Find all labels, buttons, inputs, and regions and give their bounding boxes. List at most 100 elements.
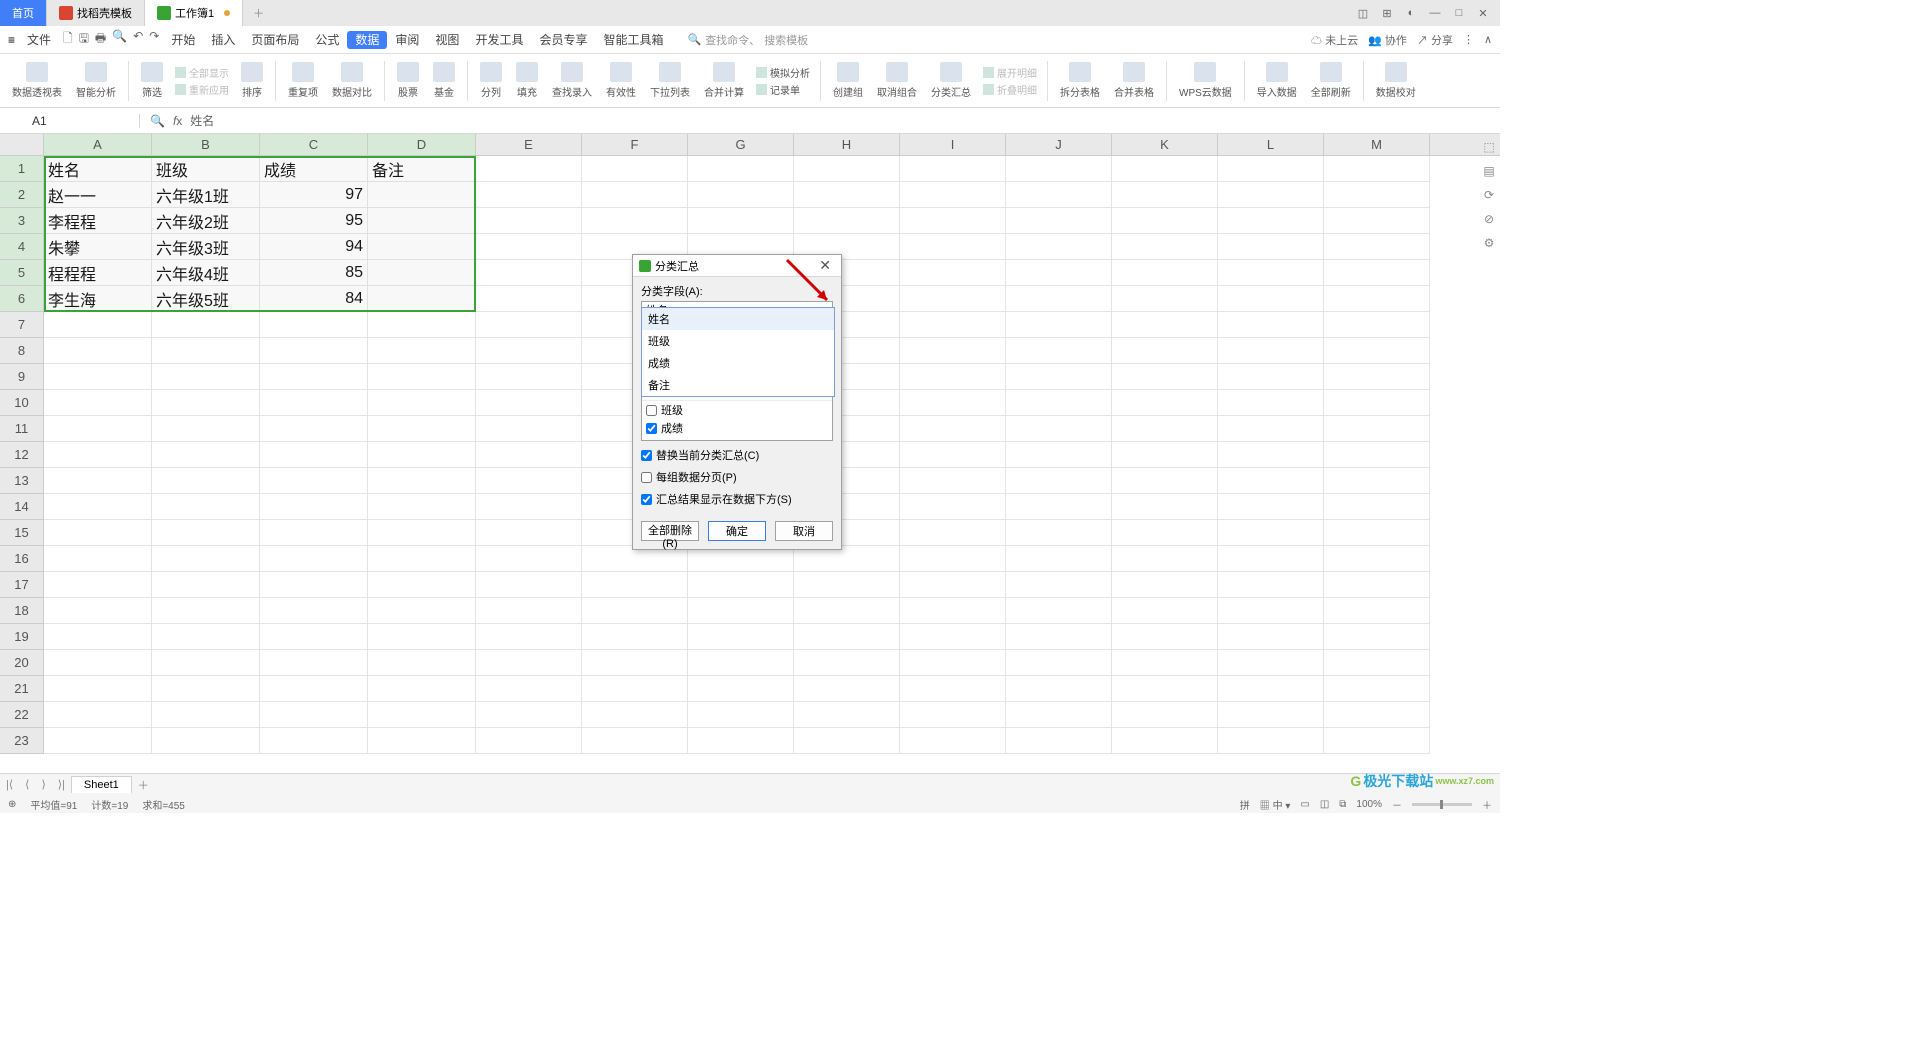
- list-item[interactable]: 成绩: [642, 419, 832, 437]
- qa-save-icon[interactable]: 🖫: [79, 29, 89, 50]
- cell[interactable]: [368, 624, 476, 650]
- list-item[interactable]: 班级: [642, 401, 832, 419]
- cell[interactable]: [368, 702, 476, 728]
- cell[interactable]: [582, 208, 688, 234]
- row-header[interactable]: 19: [0, 624, 44, 650]
- cell[interactable]: [476, 390, 582, 416]
- status-view-break-icon[interactable]: ⧉: [1339, 799, 1346, 810]
- cell[interactable]: [476, 260, 582, 286]
- cell[interactable]: 95: [260, 208, 368, 234]
- cell[interactable]: [1324, 156, 1430, 182]
- cell[interactable]: [900, 364, 1006, 390]
- cell[interactable]: [44, 494, 152, 520]
- cell[interactable]: [900, 494, 1006, 520]
- minimize-button[interactable]: —: [1428, 6, 1442, 20]
- cell[interactable]: [1112, 208, 1218, 234]
- side-settings-icon[interactable]: ⚙: [1484, 236, 1495, 250]
- cell[interactable]: [1006, 442, 1112, 468]
- row-header[interactable]: 7: [0, 312, 44, 338]
- cell[interactable]: [260, 468, 368, 494]
- cell[interactable]: [368, 442, 476, 468]
- cell[interactable]: [794, 598, 900, 624]
- cell[interactable]: [900, 598, 1006, 624]
- cell[interactable]: 成绩: [260, 156, 368, 182]
- cell[interactable]: [1112, 182, 1218, 208]
- tab-add[interactable]: ＋: [243, 0, 274, 26]
- cell[interactable]: [368, 208, 476, 234]
- cell[interactable]: [260, 728, 368, 754]
- cell[interactable]: 97: [260, 182, 368, 208]
- cell[interactable]: [582, 728, 688, 754]
- row-header[interactable]: 2: [0, 182, 44, 208]
- cell[interactable]: [260, 650, 368, 676]
- cell[interactable]: [1218, 390, 1324, 416]
- ribbon-group[interactable]: 创建组: [827, 60, 869, 101]
- cell[interactable]: [368, 546, 476, 572]
- cell[interactable]: [476, 416, 582, 442]
- cell[interactable]: [794, 156, 900, 182]
- ribbon-subtotal[interactable]: 分类汇总: [925, 60, 977, 101]
- qa-preview-icon[interactable]: 🔍: [112, 29, 127, 50]
- cell[interactable]: [1218, 338, 1324, 364]
- ribbon-stock[interactable]: 股票: [391, 60, 425, 101]
- cell[interactable]: [476, 598, 582, 624]
- apps-icon[interactable]: ⊞: [1380, 6, 1394, 20]
- cell[interactable]: [1324, 338, 1430, 364]
- cell[interactable]: [1324, 260, 1430, 286]
- cell[interactable]: [794, 182, 900, 208]
- cell[interactable]: [900, 156, 1006, 182]
- share-button[interactable]: ↗ 分享: [1417, 32, 1453, 48]
- side-select-icon[interactable]: ⬚: [1483, 140, 1494, 154]
- row-header[interactable]: 6: [0, 286, 44, 312]
- cell[interactable]: [900, 546, 1006, 572]
- side-limit-icon[interactable]: ⊘: [1484, 212, 1494, 226]
- ok-button[interactable]: 确定: [708, 521, 766, 541]
- cell[interactable]: [1324, 234, 1430, 260]
- cell[interactable]: [1112, 416, 1218, 442]
- cell[interactable]: [688, 182, 794, 208]
- cell[interactable]: [152, 390, 260, 416]
- cell[interactable]: [1324, 468, 1430, 494]
- cell[interactable]: [44, 728, 152, 754]
- cell[interactable]: 84: [260, 286, 368, 312]
- ribbon-analyze-col[interactable]: 模拟分析记录单: [752, 63, 814, 99]
- cell[interactable]: [368, 260, 476, 286]
- cell[interactable]: 程程程: [44, 260, 152, 286]
- menu-more-icon[interactable]: ⋮: [1463, 33, 1474, 46]
- cell[interactable]: [1324, 702, 1430, 728]
- row-header[interactable]: 3: [0, 208, 44, 234]
- cell[interactable]: [1112, 286, 1218, 312]
- cell[interactable]: [1006, 390, 1112, 416]
- cell[interactable]: [260, 390, 368, 416]
- row-header[interactable]: 14: [0, 494, 44, 520]
- ribbon-ungroup[interactable]: 取消组合: [871, 60, 923, 101]
- cell[interactable]: [476, 312, 582, 338]
- cell[interactable]: [900, 676, 1006, 702]
- cell[interactable]: [1006, 650, 1112, 676]
- cell[interactable]: [44, 312, 152, 338]
- cell[interactable]: [794, 702, 900, 728]
- cell[interactable]: [1218, 468, 1324, 494]
- cell[interactable]: [260, 338, 368, 364]
- menu-tab-3[interactable]: 公式: [307, 31, 347, 49]
- cell[interactable]: [152, 572, 260, 598]
- status-ime-icon[interactable]: 拼: [1240, 797, 1250, 812]
- cell[interactable]: [1112, 234, 1218, 260]
- cell[interactable]: [900, 208, 1006, 234]
- cell[interactable]: [900, 260, 1006, 286]
- cell[interactable]: [1006, 676, 1112, 702]
- col-header[interactable]: E: [476, 134, 582, 155]
- cell[interactable]: [900, 520, 1006, 546]
- cell[interactable]: [1324, 624, 1430, 650]
- cell[interactable]: [1324, 312, 1430, 338]
- cell[interactable]: [1218, 676, 1324, 702]
- cell[interactable]: [688, 728, 794, 754]
- cell[interactable]: [1006, 520, 1112, 546]
- cell[interactable]: [476, 624, 582, 650]
- menu-tab-9[interactable]: 智能工具箱: [595, 31, 671, 49]
- menu-tab-1[interactable]: 插入: [203, 31, 243, 49]
- cell[interactable]: [1006, 338, 1112, 364]
- cell[interactable]: [152, 468, 260, 494]
- cell[interactable]: [688, 650, 794, 676]
- cell[interactable]: [1112, 442, 1218, 468]
